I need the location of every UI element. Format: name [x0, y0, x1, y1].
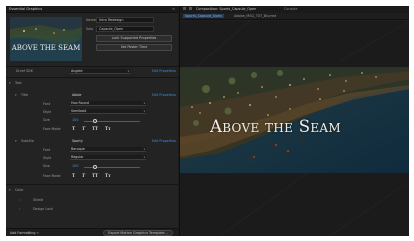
divider	[6, 184, 178, 185]
subtitle-font-dropdown[interactable]: Baroque ▾	[70, 147, 146, 152]
subtitle-font-value: Baroque	[71, 147, 85, 151]
composition-viewer: Composition: Sports_Capsule_Open Console…	[179, 6, 409, 236]
viewer-tab-bar: Composition: Sports_Capsule_Open Console	[180, 6, 409, 13]
group-label: Drvef SDK	[16, 69, 33, 73]
solo-label: Solo	[86, 27, 94, 31]
chevron-down-icon: ▾	[143, 155, 145, 159]
text-section-header[interactable]: Text	[15, 81, 22, 85]
panel-tab-bar: Essential Graphics ≡	[6, 6, 178, 13]
set-poster-time-button[interactable]: Set Poster Time	[96, 44, 172, 51]
chevron-down-icon[interactable]: ▾	[9, 81, 11, 85]
thumbnail-image: ABOVE THE SEAM	[10, 17, 82, 61]
divider	[6, 77, 178, 78]
title-overlay-text: Above the Seam	[210, 117, 341, 136]
shield-item[interactable]: Shield	[33, 198, 43, 202]
viewer-subtab-bar: Sports_Capsule_Open Adobe_MSG_TXT_Blurre…	[180, 13, 409, 20]
faux-italic-button[interactable]: T	[82, 173, 85, 178]
panel-footer: Add Formatting ▾ Export Motion Graphics …	[6, 228, 178, 236]
tab-console[interactable]: Console	[284, 7, 297, 11]
title-label: Title	[21, 93, 29, 97]
title-overlay: Above the Seam	[210, 117, 409, 136]
all-caps-button[interactable]: TT	[92, 173, 98, 178]
size-label: Size	[43, 164, 50, 168]
lock-supported-properties-button[interactable]: Lock Supported Properties	[96, 35, 172, 42]
subtitle-edit-properties-link[interactable]: Edit Properties	[152, 139, 176, 143]
style-label: Style	[43, 156, 52, 160]
subtitle-value[interactable]: Sporty	[72, 139, 83, 143]
design-lock-item[interactable]: Design Lock	[33, 207, 53, 211]
essential-graphics-panel: Essential Graphics ≡ ABOVE THE SEAM Name…	[6, 6, 178, 236]
chevron-down-icon: ▾	[127, 69, 129, 73]
style-dropdown-value: Semibold	[71, 109, 87, 113]
chevron-down-icon[interactable]: ▾	[15, 93, 17, 97]
font-label: Font	[43, 148, 51, 152]
subtitle-size-value[interactable]: 100	[72, 164, 78, 168]
subtitle-style-dropdown[interactable]: Regular ▾	[70, 155, 146, 160]
subtab-sports-capsule-open[interactable]: Sports_Capsule_Open	[183, 14, 224, 18]
style-dropdown[interactable]: Semibold ▾	[70, 109, 146, 114]
color-section-header[interactable]: Color	[15, 188, 24, 192]
font-label: Font	[43, 102, 51, 106]
add-formatting-button[interactable]: Add Formatting	[10, 231, 35, 235]
faux-italic-button[interactable]: T	[82, 126, 85, 131]
small-caps-button[interactable]: Tт	[105, 173, 111, 178]
title-value[interactable]: Abbie	[72, 93, 81, 97]
title-edit-properties-link[interactable]: Edit Properties	[152, 93, 176, 97]
export-mogrt-button[interactable]: Export Motion Graphics Template...	[103, 230, 173, 236]
edit-properties-link[interactable]: Edit Properties	[152, 69, 176, 73]
font-dropdown-value: Hoo Round	[71, 101, 89, 105]
subtitle-size-slider-handle[interactable]	[93, 165, 97, 169]
divider	[6, 66, 178, 67]
size-label: Size	[43, 118, 50, 122]
chevron-down-icon: ▾	[143, 101, 145, 105]
all-caps-button[interactable]: TT	[92, 126, 98, 131]
thumbnail-title: ABOVE THE SEAM	[11, 44, 81, 52]
chevron-down-icon: ▾	[143, 109, 145, 113]
video-frame: Above the Seam	[180, 67, 409, 173]
chevron-down-icon[interactable]: ▾	[37, 231, 39, 235]
panel-menu-icon[interactable]: ≡	[172, 7, 175, 11]
solo-field[interactable]: Capsule_Open	[96, 26, 154, 32]
faux-bold-button[interactable]: T	[72, 126, 75, 131]
small-caps-button[interactable]: Tт	[105, 126, 111, 131]
chevron-right-icon[interactable]: ›	[19, 198, 20, 202]
panel-tab-title[interactable]: Essential Graphics	[9, 7, 42, 11]
group-dropdown-value: Angled	[71, 69, 83, 73]
size-value[interactable]: 100	[72, 118, 78, 122]
template-thumbnail: ABOVE THE SEAM	[10, 17, 82, 61]
app-window: Essential Graphics ≡ ABOVE THE SEAM Name…	[6, 6, 409, 236]
subtab-adobe-msg[interactable]: Adobe_MSG_TXT_Blurred	[234, 14, 276, 18]
chevron-down-icon[interactable]: ▾	[15, 139, 17, 143]
size-slider-handle[interactable]	[93, 119, 97, 123]
chevron-down-icon[interactable]: ▾	[9, 188, 11, 192]
close-icon[interactable]	[189, 7, 192, 10]
subtitle-label: Subtitle	[21, 139, 34, 143]
chevron-down-icon: ▾	[143, 147, 145, 151]
lock-icon[interactable]	[183, 7, 186, 10]
subtitle-style-value: Regular	[71, 155, 84, 159]
faux-bold-button[interactable]: T	[72, 173, 75, 178]
name-label: Name	[86, 18, 97, 22]
group-dropdown[interactable]: Angled ▾	[70, 69, 130, 74]
name-field[interactable]: Intro Redesign	[96, 17, 154, 23]
faux-style-label: Face Mode	[43, 174, 61, 178]
faux-style-label: Face Mode	[43, 127, 61, 131]
tab-composition[interactable]: Composition: Sports_Capsule_Open	[196, 7, 256, 11]
style-label: Style	[43, 110, 52, 114]
chevron-right-icon[interactable]: ›	[19, 207, 20, 211]
font-dropdown[interactable]: Hoo Round ▾	[70, 101, 146, 106]
